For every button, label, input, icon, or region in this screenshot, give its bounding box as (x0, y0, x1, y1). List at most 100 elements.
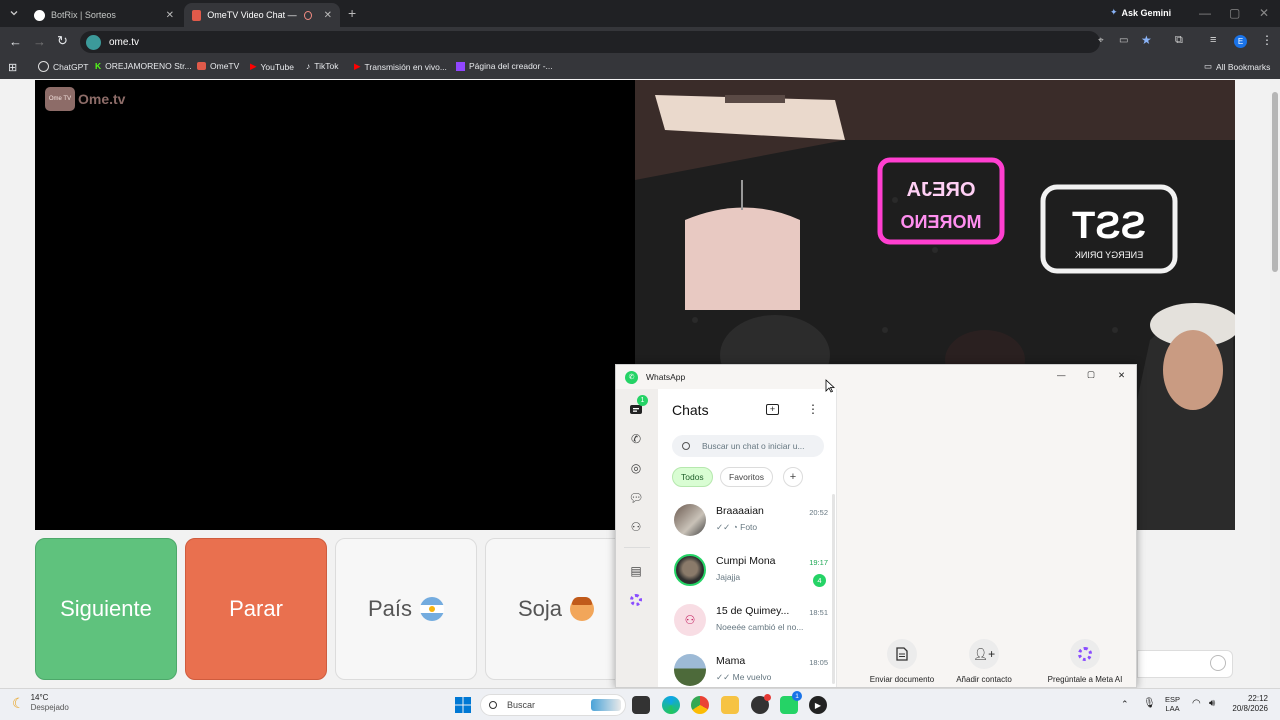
cast-icon[interactable]: ▭ (1119, 35, 1128, 46)
group-icon: ⚇ (684, 613, 696, 627)
profile-avatar[interactable]: E (1234, 35, 1247, 48)
close-tab-icon[interactable]: ✕ (166, 10, 174, 21)
archived-icon[interactable]: ▤ (627, 562, 645, 580)
all-bookmarks-button[interactable]: ▭ All Bookmarks (1204, 61, 1270, 72)
menu-kebab-icon[interactable]: ⋮ (1261, 33, 1273, 47)
calls-icon[interactable]: ✆ (627, 430, 645, 448)
add-filter-button[interactable]: + (783, 467, 803, 487)
stop-button[interactable]: Parar (185, 538, 327, 680)
action-label: Pregúntale a Meta AI (1047, 675, 1123, 684)
close-window-icon[interactable]: ✕ (1259, 6, 1269, 20)
filter-todos[interactable]: Todos (672, 467, 713, 487)
bookmark-ometv[interactable]: OmeTV (197, 61, 239, 71)
ometv-logo-text: Ome.tv (78, 91, 126, 107)
weather-widget[interactable]: ☾ 14°C Despejado (12, 693, 69, 713)
chat-preview-text: Foto (740, 522, 758, 532)
send-document-action[interactable]: Enviar documento (857, 639, 947, 684)
chat-item-15-de-quimey[interactable]: ⚇ 15 de Quimey... Noeeée cambió el no...… (658, 597, 828, 647)
edge-icon[interactable] (662, 696, 680, 714)
gender-button[interactable]: Soja (485, 538, 627, 680)
bookmark-pagina-creador[interactable]: Página del creador -... (456, 61, 553, 71)
filter-favoritos[interactable]: Favoritos (720, 467, 773, 487)
photo-icon: ◔ (732, 522, 738, 532)
mouse-cursor-icon (825, 379, 835, 393)
bookmarks-bar: ⊞ ChatGPT K OREJAMORENO Str... OmeTV ▶ Y… (0, 57, 1280, 79)
volume-icon[interactable]: 🔊︎ (1209, 698, 1215, 709)
ask-gemini-button[interactable]: ✦ Ask Gemini (1110, 7, 1171, 18)
ometv-logo[interactable]: Ome TV Ome.tv (45, 87, 125, 111)
whatsapp-logo-icon: ✆ (625, 370, 638, 384)
country-button[interactable]: País (335, 538, 477, 680)
meta-ai-icon[interactable] (627, 591, 645, 609)
chat-input-area[interactable] (1137, 650, 1233, 678)
whatsapp-titlebar[interactable]: ✆ WhatsApp — ▢ ✕ (616, 365, 1136, 389)
reading-list-icon[interactable]: ≡ (1210, 34, 1216, 46)
group-avatar: ⚇ (674, 604, 706, 636)
scroll-thumb[interactable] (1272, 92, 1278, 272)
reload-icon[interactable]: ↻ (57, 33, 68, 49)
task-view-icon[interactable] (632, 696, 650, 714)
translate-icon[interactable]: ⌖ (1098, 35, 1104, 46)
new-tab-icon[interactable]: + (348, 5, 356, 21)
forward-icon[interactable]: → (33, 34, 46, 49)
maximize-window-icon[interactable]: ▢ (1229, 6, 1240, 20)
communities-icon[interactable]: ⚇ (627, 518, 645, 536)
whatsapp-main-panel: Enviar documento 👤︎+ Añadir contacto Pre… (836, 389, 1136, 687)
media-player-icon[interactable]: ▶ (809, 696, 827, 714)
app-recording-icon[interactable] (751, 694, 771, 714)
chrome-icon[interactable] (691, 696, 709, 714)
argentina-flag-icon (420, 597, 445, 621)
back-icon[interactable]: ← (9, 34, 22, 49)
wifi-icon[interactable]: ◠ (1192, 698, 1201, 709)
bookmark-chatgpt[interactable]: ChatGPT (38, 61, 88, 72)
windows-start-icon[interactable] (454, 696, 472, 714)
maximize-icon[interactable]: ▢ (1087, 369, 1095, 380)
meta-ai-action[interactable]: Pregúntale a Meta AI (1025, 639, 1136, 684)
close-icon[interactable]: ✕ (1118, 370, 1125, 381)
site-info-icon[interactable] (86, 34, 101, 50)
bookmark-transmision[interactable]: ▶ Transmisión en vivo... (354, 61, 447, 72)
channels-icon[interactable]: 💬︎ (627, 489, 645, 507)
minimize-icon[interactable]: — (1057, 370, 1066, 380)
chat-preview: ✓✓ Me vuelvo (716, 672, 771, 683)
new-chat-icon[interactable]: + (766, 404, 779, 415)
language-indicator[interactable]: ESP LAA (1165, 695, 1180, 713)
bookmark-tiktok[interactable]: ♪ TikTok (306, 61, 339, 71)
close-tab-icon[interactable]: ✕ (324, 10, 332, 21)
add-contact-action[interactable]: 👤︎+ Añadir contacto (939, 639, 1029, 684)
search-icon (682, 442, 690, 450)
browser-toolbar: ← → ↻ ome.tv ⌖ ▭ ★ ⧉ ≡ E ⋮ (0, 27, 1280, 57)
chat-preview-text: Me vuelvo (732, 672, 772, 682)
clock[interactable]: 22:12 20/8/2026 (1226, 694, 1268, 715)
whatsapp-taskbar-icon[interactable]: 1 (780, 691, 802, 714)
action-label: Añadir contacto (956, 675, 1012, 684)
taskbar-search[interactable]: Buscar (480, 694, 626, 716)
chatgpt-icon (38, 61, 49, 72)
chat-item-braaaaian[interactable]: Braaaaian ✓✓ ◔ Foto 20:52 (658, 497, 828, 547)
tray-chevron-icon[interactable]: ⌃ (1121, 699, 1129, 710)
emoji-icon[interactable] (1210, 655, 1226, 671)
status-icon[interactable]: ◎ (627, 459, 645, 477)
address-bar[interactable]: ome.tv (80, 31, 1100, 53)
file-explorer-icon[interactable] (721, 696, 739, 714)
tab-ometv[interactable]: OmeTV Video Chat — Alte ✕ (184, 3, 340, 27)
microphone-icon[interactable]: 🎙︎ (1143, 698, 1156, 709)
tab-search-chevron-icon[interactable] (8, 7, 20, 19)
bookmark-orejamoreno[interactable]: K OREJAMORENO Str... (95, 61, 192, 71)
list-scrollbar[interactable] (832, 494, 835, 684)
chat-item-mama[interactable]: Mama ✓✓ Me vuelvo 18:05 (658, 647, 828, 687)
ometv-logo-badge-icon: Ome TV (45, 87, 75, 111)
more-options-icon[interactable]: ⋮ (807, 402, 819, 416)
tab-botrix[interactable]: BotRix | Sorteos ✕ (26, 3, 182, 27)
minimize-window-icon[interactable]: — (1199, 6, 1211, 20)
chat-item-cumpi-mona[interactable]: Cumpi Mona Jajajja 19:17 4 (658, 547, 828, 597)
next-button[interactable]: Siguiente (35, 538, 177, 680)
page-scrollbar[interactable] (1270, 80, 1280, 688)
boy-emoji-icon (570, 597, 595, 621)
bookmark-star-icon[interactable]: ★ (1141, 33, 1152, 47)
extensions-icon[interactable]: ⧉ (1175, 34, 1183, 47)
apps-grid-icon[interactable]: ⊞ (8, 61, 17, 74)
chat-search-input[interactable]: Buscar un chat o iniciar u... (672, 435, 824, 457)
chats-nav-icon[interactable]: 1 (627, 395, 648, 419)
bookmark-youtube[interactable]: ▶ YouTube (250, 61, 294, 72)
